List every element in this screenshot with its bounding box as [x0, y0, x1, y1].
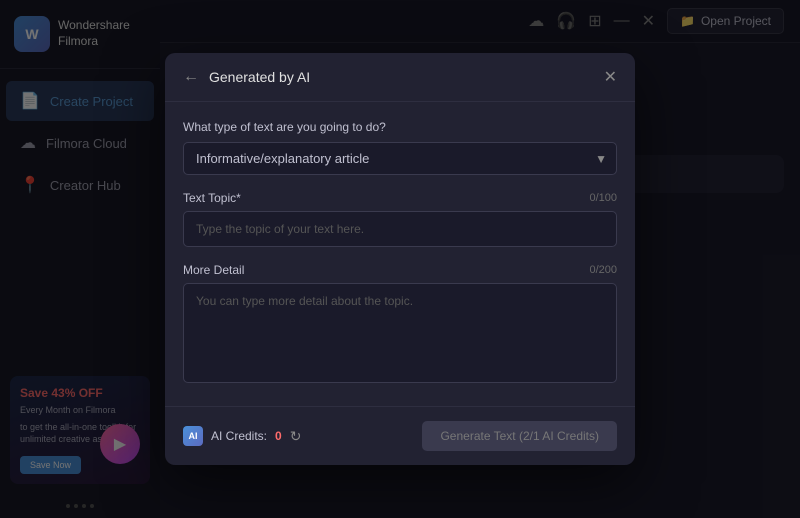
- text-topic-header: Text Topic* 0/100: [183, 191, 617, 205]
- ai-credits-section: AI AI Credits: 0 ↻: [183, 426, 301, 446]
- generate-button[interactable]: Generate Text (2/1 AI Credits): [422, 421, 617, 451]
- modal: ← Generated by AI ✕ What type of text ar…: [165, 53, 635, 465]
- modal-back-button[interactable]: ←: [183, 68, 199, 86]
- ai-credits-label: AI Credits:: [211, 429, 267, 443]
- text-topic-input[interactable]: [183, 211, 617, 247]
- modal-close-button[interactable]: ✕: [604, 67, 617, 87]
- modal-title: Generated by AI: [209, 69, 594, 85]
- modal-overlay: ← Generated by AI ✕ What type of text ar…: [0, 0, 800, 518]
- modal-footer: AI AI Credits: 0 ↻ Generate Text (2/1 AI…: [165, 406, 635, 465]
- text-type-select-wrapper: Informative/explanatory article Blog pos…: [183, 142, 617, 175]
- modal-body: What type of text are you going to do? I…: [165, 102, 635, 406]
- credits-refresh-icon[interactable]: ↻: [290, 428, 302, 445]
- ai-icon: AI: [183, 426, 203, 446]
- text-topic-label: Text Topic*: [183, 191, 241, 205]
- more-detail-char-count: 0/200: [589, 264, 617, 276]
- credits-value: 0: [275, 429, 282, 443]
- text-type-select[interactable]: Informative/explanatory article Blog pos…: [183, 142, 617, 175]
- modal-header: ← Generated by AI ✕: [165, 53, 635, 102]
- text-topic-char-count: 0/100: [589, 192, 617, 204]
- more-detail-header: More Detail 0/200: [183, 263, 617, 277]
- more-detail-textarea[interactable]: [183, 283, 617, 383]
- modal-question: What type of text are you going to do?: [183, 120, 617, 134]
- more-detail-label: More Detail: [183, 263, 244, 277]
